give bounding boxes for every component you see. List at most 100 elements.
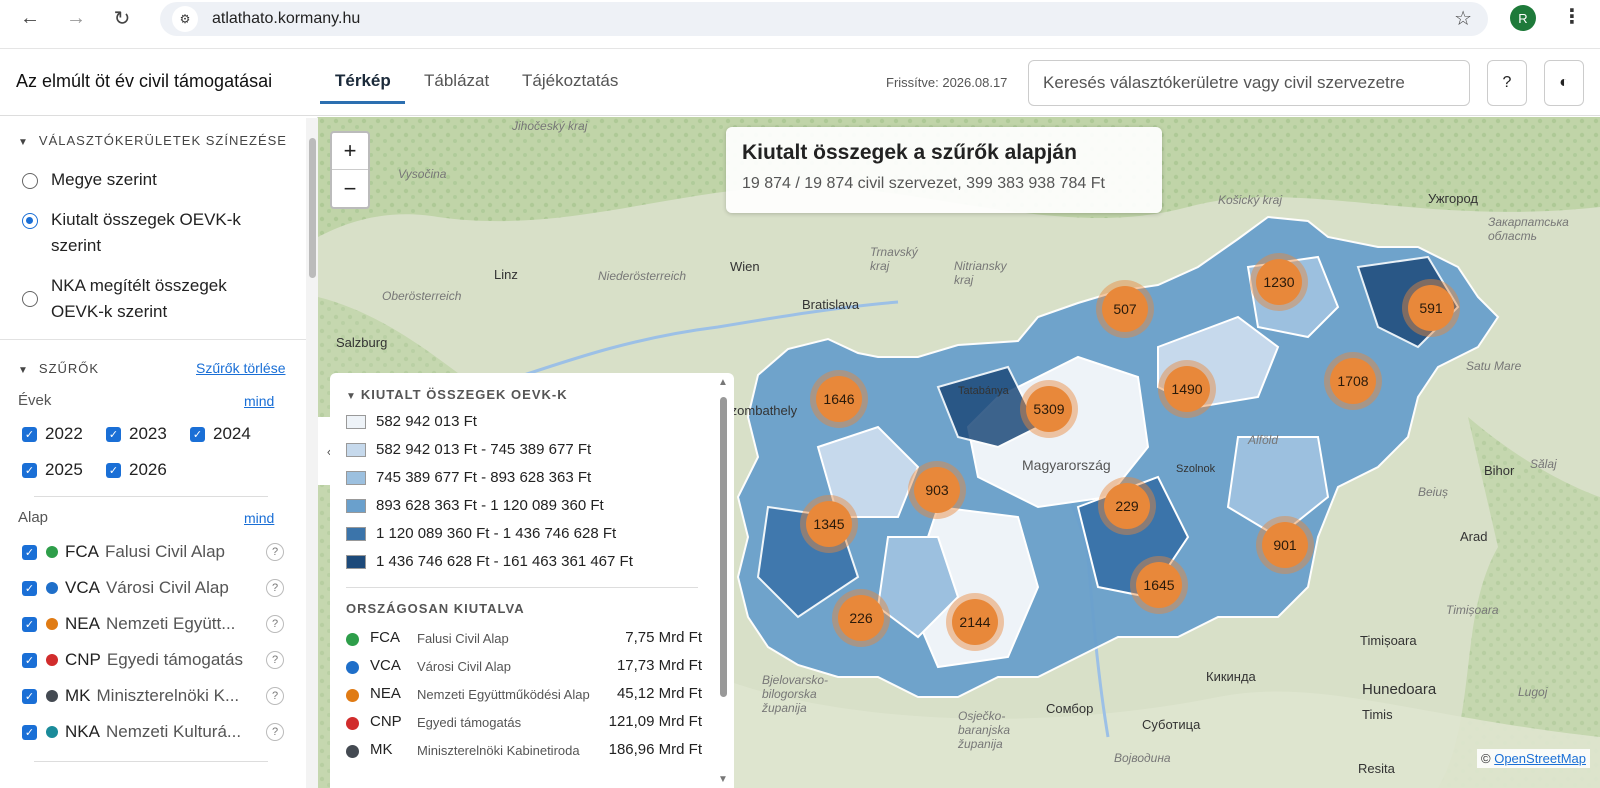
help-icon[interactable]: ? <box>266 651 284 669</box>
radio-button[interactable] <box>22 291 38 307</box>
legend-swatch <box>346 470 366 485</box>
sidebar-scrollbar[interactable] <box>306 118 318 788</box>
fund-checkbox-vca[interactable]: ✓ VCA Városi Civil Alap ? <box>22 578 284 598</box>
funds-select-all-link[interactable]: mind <box>244 510 274 526</box>
help-icon[interactable]: ? <box>266 543 284 561</box>
profile-avatar[interactable]: R <box>1510 5 1536 31</box>
reload-icon[interactable]: ↻ <box>102 0 142 36</box>
map-city-label: Сомбор <box>1046 701 1094 716</box>
cluster-marker[interactable]: 1645 <box>1136 562 1182 608</box>
fund-color-dot <box>346 633 359 646</box>
radio-button-selected[interactable] <box>22 213 38 229</box>
zoom-control: + − <box>330 131 370 209</box>
fund-checkbox-nka[interactable]: ✓ NKA Nemzeti Kulturá... ? <box>22 722 284 742</box>
checkbox-checked[interactable]: ✓ <box>106 426 121 442</box>
cluster-marker[interactable]: 1490 <box>1164 366 1210 412</box>
zoom-in-button[interactable]: + <box>332 133 368 170</box>
map-attribution: © OpenStreetMap <box>1477 749 1590 768</box>
fund-checkbox-fca[interactable]: ✓ FCA Falusi Civil Alap ? <box>22 542 284 562</box>
cluster-marker[interactable]: 5309 <box>1026 386 1072 432</box>
map-place-label: Oberösterreich <box>382 289 462 303</box>
radio-button[interactable] <box>22 173 38 189</box>
map-view[interactable]: Jihočeský kraj Vysočina Linz Wien Bratis… <box>318 117 1600 788</box>
help-icon[interactable]: ? <box>266 615 284 633</box>
back-icon[interactable]: ← <box>10 0 50 36</box>
years-select-all-link[interactable]: mind <box>244 393 274 409</box>
map-city-label: Кикинда <box>1206 669 1256 684</box>
filter-divider <box>34 761 268 762</box>
zoom-out-button[interactable]: − <box>332 170 368 207</box>
cluster-marker[interactable]: 507 <box>1102 286 1148 332</box>
radio-by-county[interactable]: Megye szerint <box>22 170 157 193</box>
browser-menu-icon[interactable]: ⋮ <box>1562 4 1582 29</box>
clear-filters-link[interactable]: Szűrők törlése <box>196 360 285 376</box>
map-place-label: Закарпатська область <box>1488 215 1569 243</box>
checkbox-checked[interactable]: ✓ <box>22 580 37 596</box>
cluster-marker[interactable]: 903 <box>914 467 960 513</box>
year-checkbox-2024[interactable]: ✓ 2024 <box>190 424 251 444</box>
year-checkbox-2022[interactable]: ✓ 2022 <box>22 424 83 444</box>
scroll-up-icon[interactable]: ▲ <box>718 377 728 388</box>
address-bar[interactable]: ⚙ atlathato.kormany.hu ☆ <box>160 2 1488 36</box>
checkbox-checked[interactable]: ✓ <box>22 724 37 740</box>
cluster-marker[interactable]: 226 <box>838 595 884 641</box>
checkbox-checked[interactable]: ✓ <box>190 426 205 442</box>
cluster-marker[interactable]: 229 <box>1104 483 1150 529</box>
fund-color-dot <box>46 582 58 594</box>
help-icon[interactable]: ? <box>266 579 284 597</box>
scroll-down-icon[interactable]: ▼ <box>718 774 728 785</box>
map-legend: ▼ KIUTALT ÖSSZEGEK OEVK-K 582 942 013 Ft … <box>330 373 734 788</box>
map-city-label: Wien <box>730 259 760 274</box>
cluster-marker[interactable]: 1230 <box>1256 259 1302 305</box>
cluster-marker[interactable]: 2144 <box>952 599 998 645</box>
help-button[interactable]: ? <box>1487 60 1527 106</box>
fund-checkbox-nea[interactable]: ✓ NEA Nemzeti Együtt... ? <box>22 614 284 634</box>
checkbox-checked[interactable]: ✓ <box>22 616 37 632</box>
map-place-label: Satu Mare <box>1466 359 1522 373</box>
fund-color-dot <box>346 745 359 758</box>
radio-by-paid-amount[interactable]: Kiutalt összegek OEVK-k szerint <box>22 210 262 259</box>
forward-icon[interactable]: → <box>56 0 96 36</box>
year-checkbox-2026[interactable]: ✓ 2026 <box>106 460 167 480</box>
map-city-label: Bihor <box>1484 463 1515 478</box>
cluster-marker[interactable]: 1708 <box>1330 358 1376 404</box>
cluster-marker[interactable]: 591 <box>1408 285 1454 331</box>
fund-checkbox-mk[interactable]: ✓ MK Miniszterelnöki K... ? <box>22 686 284 706</box>
tab-table[interactable]: Táblázat <box>424 71 489 91</box>
year-checkbox-2023[interactable]: ✓ 2023 <box>106 424 167 444</box>
search-input[interactable] <box>1028 60 1470 106</box>
cluster-marker[interactable]: 1646 <box>816 376 862 422</box>
checkbox-checked[interactable]: ✓ <box>106 462 121 478</box>
filters-section-heading[interactable]: ▼ SZŰRŐK <box>18 361 99 376</box>
map-place-label: Vysočina <box>398 167 447 181</box>
year-checkbox-2025[interactable]: ✓ 2025 <box>22 460 83 480</box>
scrollbar-thumb[interactable] <box>720 397 727 697</box>
map-place-label: Bjelovarsko-bilogorska županija <box>762 673 829 715</box>
legend-heading[interactable]: ▼ KIUTALT ÖSSZEGEK OEVK-K <box>346 387 568 402</box>
cluster-marker[interactable]: 1345 <box>806 501 852 547</box>
funds-label: Alap <box>18 509 49 526</box>
coloring-section-heading[interactable]: ▼ VÁLASZTÓKERÜLETEK SZÍNEZÉSE <box>18 133 287 148</box>
fund-checkbox-cnp[interactable]: ✓ CNP Egyedi támogatás ? <box>22 650 284 670</box>
scrollbar-thumb[interactable] <box>309 138 316 278</box>
checkbox-checked[interactable]: ✓ <box>22 688 37 704</box>
checkbox-checked[interactable]: ✓ <box>22 462 37 478</box>
theme-toggle-button[interactable]: ◐ <box>1544 60 1584 106</box>
radio-by-nka-amount[interactable]: NKA megítélt összegek OEVK-k szerint <box>22 276 262 325</box>
legend-scrollbar[interactable]: ▲ ▼ <box>718 377 728 785</box>
help-icon[interactable]: ? <box>266 723 284 741</box>
legend-class: 1 436 746 628 Ft - 161 463 361 467 Ft <box>346 553 633 570</box>
bookmark-star-icon[interactable]: ☆ <box>1454 6 1472 31</box>
openstreetmap-link[interactable]: OpenStreetMap <box>1494 751 1586 766</box>
map-city-label: Timis <box>1362 707 1393 722</box>
tab-info[interactable]: Tájékoztatás <box>522 71 618 91</box>
cluster-marker[interactable]: 901 <box>1262 522 1308 568</box>
map-place-label: Niederösterreich <box>598 269 687 283</box>
summary-subtitle: 19 874 / 19 874 civil szervezet, 399 383… <box>742 175 1105 192</box>
tab-map[interactable]: Térkép <box>335 71 391 91</box>
checkbox-checked[interactable]: ✓ <box>22 652 37 668</box>
help-icon[interactable]: ? <box>266 687 284 705</box>
checkbox-checked[interactable]: ✓ <box>22 544 37 560</box>
site-settings-icon[interactable]: ⚙ <box>172 6 198 32</box>
checkbox-checked[interactable]: ✓ <box>22 426 37 442</box>
